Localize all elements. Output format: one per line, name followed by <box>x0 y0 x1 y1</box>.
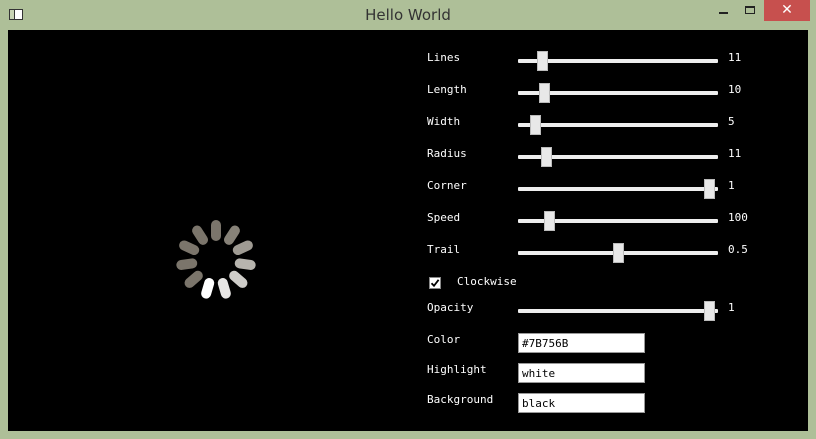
opacity-value: 1 <box>728 301 735 314</box>
spinner-segment <box>175 257 198 271</box>
opacity-slider[interactable] <box>518 309 718 313</box>
lines-slider-thumb[interactable] <box>536 51 548 71</box>
corner-value: 1 <box>728 179 735 192</box>
speed-slider-thumb[interactable] <box>543 211 555 231</box>
width-value: 5 <box>728 115 735 128</box>
spinner-segment <box>211 220 221 241</box>
opacity-label: Opacity <box>427 301 474 314</box>
width-slider-thumb[interactable] <box>530 115 542 135</box>
spinner-segment <box>231 238 255 257</box>
spinner-segment <box>234 257 257 271</box>
title-bar[interactable]: Hello World ✕ <box>0 0 816 30</box>
maximize-button[interactable] <box>737 0 763 21</box>
corner-slider-thumb[interactable] <box>704 179 716 199</box>
close-button[interactable]: ✕ <box>764 0 810 21</box>
width-slider[interactable] <box>518 123 718 127</box>
lines-label: Lines <box>427 51 461 64</box>
spinner-segment <box>182 268 205 290</box>
checkmark-icon <box>430 279 440 288</box>
radius-slider-thumb[interactable] <box>540 147 552 167</box>
radius-label: Radius <box>427 147 467 160</box>
close-icon: ✕ <box>781 2 793 18</box>
clockwise-label: Clockwise <box>457 275 517 288</box>
color-input[interactable] <box>518 333 645 353</box>
lines-slider[interactable] <box>518 59 718 63</box>
spinner-segment <box>227 268 250 290</box>
trail-value: 0.5 <box>728 243 748 256</box>
highlight-label: Highlight <box>427 363 487 376</box>
spinner <box>175 220 257 300</box>
length-slider-thumb[interactable] <box>538 83 550 103</box>
clockwise-checkbox[interactable] <box>429 277 441 289</box>
corner-label: Corner <box>427 179 467 192</box>
length-value: 10 <box>728 83 742 96</box>
length-label: Length <box>427 83 467 96</box>
window-title: Hello World <box>365 6 451 24</box>
spinner-segment <box>216 276 233 300</box>
lines-value: 11 <box>728 51 742 64</box>
opacity-slider-thumb[interactable] <box>704 301 716 321</box>
width-label: Width <box>427 115 461 128</box>
highlight-input[interactable] <box>518 363 645 383</box>
minimize-button[interactable] <box>710 0 736 21</box>
client-area: Lines 11 Length 10 Width 5 Radius 11 Cor… <box>8 30 808 431</box>
trail-label: Trail <box>427 243 461 256</box>
background-label: Background <box>427 393 494 406</box>
radius-value: 11 <box>728 147 742 160</box>
speed-value: 100 <box>728 211 748 224</box>
speed-label: Speed <box>427 211 461 224</box>
color-label: Color <box>427 333 461 346</box>
background-input[interactable] <box>518 393 645 413</box>
corner-slider[interactable] <box>518 187 718 191</box>
trail-slider-thumb[interactable] <box>612 243 624 263</box>
spinner-segment <box>199 276 216 300</box>
